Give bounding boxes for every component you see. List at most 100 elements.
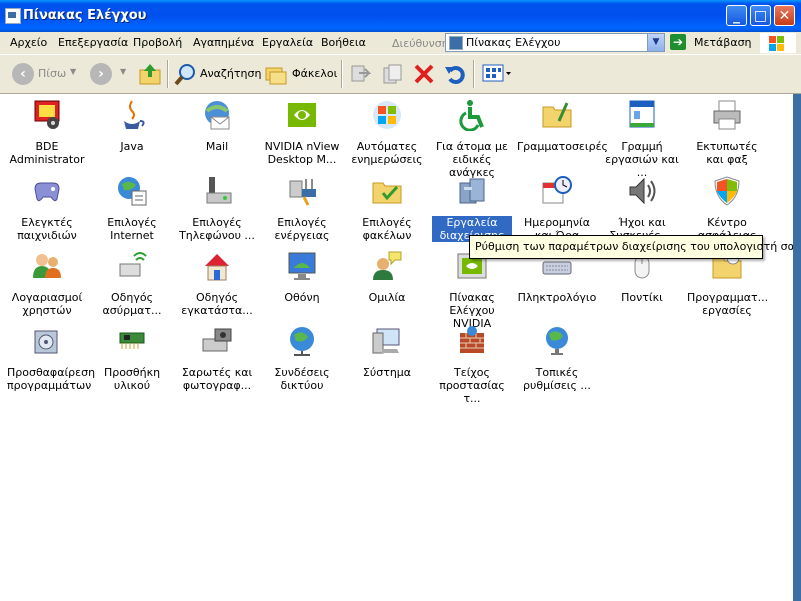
item-add-remove-programs[interactable]: Προσθαφαίρεση προγραμμάτων [7,325,96,392]
menu-favorites[interactable]: Αγαπημένα [193,36,254,49]
item-administrative-tools[interactable]: Εργαλεία διαχείρισης [432,175,512,242]
folders-label[interactable]: Φάκελοι [292,67,337,80]
item-speech[interactable]: Ομιλία [347,250,427,304]
folders-icon[interactable] [264,62,288,86]
item-printers-fax[interactable]: Εκτυπωτές και φαξ [687,99,767,166]
tooltip: Ρύθμιση των παραμέτρων διαχείρισης του υ… [469,235,801,259]
item-automatic-updates[interactable]: Αυτόματες ενημερώσεις [347,99,427,166]
forward-arrow-icon[interactable]: › [90,63,112,85]
item-mail[interactable]: Mail [177,99,257,153]
item-regional-settings[interactable]: Τοπικές ρυθμίσεις ... [517,325,597,392]
toolbar-separator [473,60,475,88]
printer-icon [713,100,741,130]
add-remove-programs-icon [34,330,58,354]
maximize-button[interactable]: □ [750,5,771,26]
item-label: BDE Administrator [9,140,85,166]
address-value: Πίνακας Ελέγχου [466,36,561,49]
item-taskbar[interactable]: Γραμμή εργασιών και ... [602,99,682,179]
item-label: Σαρωτές και φωτογραφ... [181,366,253,392]
item-label: Ομιλία [368,291,406,304]
item-system[interactable]: Σύστημα [347,325,427,379]
add-hardware-icon [119,332,145,349]
item-accessibility[interactable]: Για άτομα με ειδικές ανάγκες [432,99,512,179]
control-panel-window: Πίνακας Ελέγχου _ □ ✕ Αρχείο Επεξεργασία… [0,0,801,601]
up-folder-icon[interactable] [138,62,162,86]
item-label: Για άτομα με ειδικές ανάγκες [436,140,508,179]
date-time-icon [542,176,572,204]
power-options-icon [289,179,316,206]
item-phone-modem[interactable]: Επιλογές Τηλεφώνου ... [177,175,257,242]
address-field[interactable]: Πίνακας Ελέγχου ▼ [445,33,665,52]
windows-update-icon [373,101,401,129]
network-connections-icon [290,327,314,356]
search-label[interactable]: Αναζήτηση [200,67,261,80]
item-label: Java [120,140,144,153]
move-to-icon[interactable] [349,63,371,85]
search-icon[interactable] [174,62,198,86]
back-label: Πίσω [38,67,67,80]
menu-file[interactable]: Αρχείο [10,36,47,49]
nvidia-icon [288,103,316,127]
title-bar[interactable]: Πίνακας Ελέγχου _ □ ✕ [0,0,801,32]
go-button[interactable]: ➔ Μετάβαση [670,33,752,52]
item-power-options[interactable]: Επιλογές ενέργειας [262,175,342,242]
menu-view[interactable]: Προβολή [133,36,182,49]
back-arrow-icon[interactable]: ‹ [12,63,34,85]
gamepad-icon [34,182,60,202]
item-firewall[interactable]: Τείχος προστασίας τ... [432,325,512,405]
item-label: Αυτόματες ενημερώσεις [351,140,423,166]
item-folder-options[interactable]: Επιλογές φακέλων [347,175,427,242]
close-button[interactable]: ✕ [774,5,795,26]
back-dropdown-icon[interactable]: ▼ [70,67,76,76]
item-wireless-wizard[interactable]: Οδηγός ασύρματ... [92,250,172,317]
item-nvidia-nview[interactable]: NVIDIA nView Desktop M... [262,99,342,166]
item-label: Οθόνη [284,291,320,304]
item-display[interactable]: Οθόνη [262,250,342,304]
item-label: Επιλογές Internet [107,216,157,242]
forward-dropdown-icon[interactable]: ▼ [120,67,126,76]
item-label: Πληκτρολόγιο [517,291,597,304]
item-security-center[interactable]: Κέντρο ασφάλειας [687,175,767,242]
item-label: Ποντίκι [621,291,663,304]
item-label: Προσθήκη υλικού [103,366,161,392]
mail-icon [205,101,230,130]
toolbar-separator [341,60,343,88]
folder-options-icon [372,182,402,204]
item-label: Προσθαφαίρεση προγραμμάτων [7,366,96,392]
user-accounts-icon [33,254,61,278]
control-panel-content: BDE Administrator Java Mail NVIDIA nView… [0,94,801,601]
minimize-button[interactable]: _ [726,5,747,26]
chevron-down-icon[interactable]: ▼ [647,34,664,51]
item-nvidia-control-panel[interactable]: Πίνακας Ελέγχου NVIDIA [432,250,512,330]
phone-modem-icon [206,177,232,204]
menu-help[interactable]: Βοήθεια [321,36,366,49]
item-label: Ελεγκτές παιχνιδιών [17,216,77,242]
item-add-hardware[interactable]: Προσθήκη υλικού [92,325,172,392]
item-network-connections[interactable]: Συνδέσεις δικτύου [262,325,342,392]
item-sounds-audio[interactable]: Ήχοι και Συσκευές ... [602,175,682,242]
item-label: Συνδέσεις δικτύου [274,366,330,392]
undo-icon[interactable] [444,63,466,85]
menu-tools[interactable]: Εργαλεία [262,36,313,49]
accessibility-icon [459,100,484,132]
item-date-time[interactable]: Ημερομηνία και Ώρα [517,175,597,242]
java-icon [124,100,145,129]
item-fonts[interactable]: Γραμματοσειρές [517,99,608,153]
toolbar: ‹ Πίσω ▼ › ▼ Αναζήτηση Φάκελοι [0,55,801,94]
views-icon[interactable] [482,64,512,84]
item-java[interactable]: Java [92,99,172,153]
item-label: Οδηγός εγκατάστα... [181,291,253,317]
window-title: Πίνακας Ελέγχου [23,8,147,23]
delete-icon[interactable] [413,63,435,85]
window-edge [793,94,801,601]
item-game-controllers[interactable]: Ελεγκτές παιχνιδιών [7,175,87,242]
item-scanners-cameras[interactable]: Σαρωτές και φωτογραφ... [177,325,257,392]
item-internet-options[interactable]: Επιλογές Internet [92,175,172,242]
item-network-setup-wizard[interactable]: Οδηγός εγκατάστα... [177,250,257,317]
item-bde-administrator[interactable]: BDE Administrator [7,99,87,166]
copy-to-icon[interactable] [381,63,403,85]
item-user-accounts[interactable]: Λογαριασμοί χρηστών [7,250,87,317]
menu-edit[interactable]: Επεξεργασία [58,36,128,49]
item-scheduled-tasks[interactable]: Προγραμματ... εργασίες [687,250,768,317]
item-label: Mail [205,140,229,153]
